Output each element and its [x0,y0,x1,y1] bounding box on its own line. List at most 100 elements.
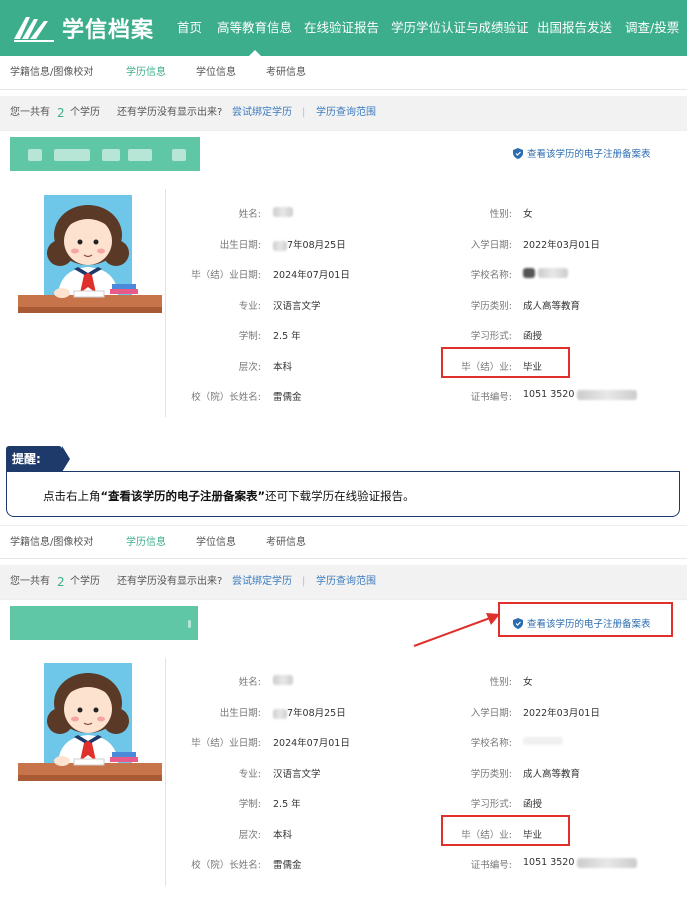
study-mode-label: 学习形式: [470,799,512,810]
birth-date-value: 7年08月25日 [273,705,346,719]
birth-date-label: 出生日期: [219,708,261,719]
nav-online-verification[interactable]: 在线验证报告 [304,0,379,56]
major-label: 专业: [238,769,261,780]
logo-text: 学信档案 [62,18,155,43]
logo[interactable]: 学信档案 [12,10,154,46]
education-type-label: 学历类别: [470,769,512,780]
certificate-number-value: 1051 3520 [523,857,638,868]
tab-postgraduate[interactable]: 考研信息 [266,56,306,90]
query-scope-link[interactable]: 学历查询范围 [316,96,376,130]
education-type-value: 成人高等教育 [523,769,581,780]
gender-label: 性别: [489,209,512,220]
duration-value: 2.5 年 [273,799,301,810]
education-record-card: 查看该学历的电子注册备案表 姓名: 出生日期: 7年08月25日 毕（结）业日期… [0,130,687,432]
student-photo [18,195,162,315]
count-number: 2 [57,106,65,120]
certificate-number-label: 证书编号: [470,860,512,871]
level-label: 层次: [238,362,261,373]
missing-question: 还有学历没有显示出来? [117,107,223,118]
president-label: 校（院）长姓名: [191,392,261,403]
count-suffix: 个学历 [70,107,100,118]
school-name-banner [10,137,200,171]
school-name-value [523,735,563,746]
nav-overseas-report[interactable]: 出国报告发送 [537,0,612,56]
education-record-card-2: 查看该学历的电子注册备案表 姓名: 出生日期: 7年08月25日 毕（结）业日期… [0,599,687,899]
level-value: 本科 [273,830,293,841]
certificate-number-label: 证书编号: [470,392,512,403]
certificate-number-value: 1051 3520 [523,389,638,400]
reminder-highlight: “查看该学历的电子注册备案表” [100,489,266,503]
sub-tabs: 学籍信息/图像校对 学历信息 学位信息 考研信息 [0,56,687,90]
tab-postgraduate[interactable]: 考研信息 [266,526,306,560]
duration-label: 学制: [238,331,261,342]
tab-degree[interactable]: 学位信息 [196,56,236,90]
query-scope-link[interactable]: 学历查询范围 [316,565,376,599]
enrollment-date-value: 2022年03月01日 [523,708,600,719]
bind-education-link[interactable]: 尝试绑定学历 [232,96,292,130]
student-photo [18,663,162,783]
nav-higher-education[interactable]: 高等教育信息 [217,0,292,56]
reminder-text: 点击右上角“查看该学历的电子注册备案表”还可下载学历在线验证报告。 [43,489,415,503]
red-arrow-icon [413,613,500,647]
top-navigation-bar: 学信档案 首页 高等教育信息 在线验证报告 学历学位认证与成绩验证 出国报告发送… [0,0,687,56]
view-registration-form-link[interactable]: 查看该学历的电子注册备案表 [513,146,651,160]
name-value [273,206,293,217]
graduation-date-label: 毕（结）业日期: [191,738,261,749]
birth-date-label: 出生日期: [219,240,261,251]
enrollment-date-label: 入学日期: [470,708,512,719]
name-value [273,674,293,685]
reminder-box: 点击右上角“查看该学历的电子注册备案表”还可下载学历在线验证报告。 [6,471,680,517]
count-suffix: 个学历 [70,576,100,587]
shield-icon [513,147,523,159]
tab-student-status[interactable]: 学籍信息/图像校对 [10,526,93,560]
missing-question: 还有学历没有显示出来? [117,576,223,587]
school-name-banner [10,606,198,640]
nav-degree-certification[interactable]: 学历学位认证与成绩验证 [391,0,529,56]
book-logo-icon [14,17,54,42]
duration-value: 2.5 年 [273,331,301,342]
major-value: 汉语言文学 [273,301,321,312]
president-value: 雷儒金 [273,392,302,403]
cartoon-student-image [18,663,162,781]
tab-student-status[interactable]: 学籍信息/图像校对 [10,56,93,90]
reminder-tag: 提醒: [6,446,70,472]
school-name-value [523,267,569,278]
tab-degree[interactable]: 学位信息 [196,526,236,560]
nav-survey[interactable]: 调查/投票 [625,0,679,56]
highlight-box-graduation-status [441,815,570,846]
highlight-box-registration-link [498,602,673,637]
graduation-date-value: 2024年07月01日 [273,738,350,749]
graduation-date-value: 2024年07月01日 [273,270,350,281]
name-label: 姓名: [238,677,261,688]
cartoon-student-image [18,195,162,313]
study-mode-value: 函授 [523,331,543,342]
count-number: 2 [57,575,65,589]
name-label: 姓名: [238,209,261,220]
education-count-bar: 您一共有 2 个学历 还有学历没有显示出来? 尝试绑定学历 | 学历查询范围 [0,96,687,130]
tab-education[interactable]: 学历信息 [126,526,166,560]
view-registration-form-label: 查看该学历的电子注册备案表 [527,149,651,160]
divider-line [165,658,166,886]
gender-value: 女 [523,209,533,220]
major-value: 汉语言文学 [273,769,321,780]
tab-education[interactable]: 学历信息 [126,56,166,90]
school-name-label: 学校名称: [470,738,512,749]
enrollment-date-value: 2022年03月01日 [523,240,600,251]
school-name-label: 学校名称: [470,270,512,281]
gender-label: 性别: [489,677,512,688]
education-type-label: 学历类别: [470,301,512,312]
education-count-bar-2: 您一共有 2 个学历 还有学历没有显示出来? 尝试绑定学历 | 学历查询范围 [0,565,687,599]
sub-tabs-2: 学籍信息/图像校对 学历信息 学位信息 考研信息 [0,525,687,559]
bind-education-link[interactable]: 尝试绑定学历 [232,565,292,599]
nav-home[interactable]: 首页 [177,0,202,56]
study-mode-label: 学习形式: [470,331,512,342]
study-mode-value: 函授 [523,799,543,810]
gender-value: 女 [523,677,533,688]
major-label: 专业: [238,301,261,312]
duration-label: 学制: [238,799,261,810]
count-prefix: 您一共有 [10,107,50,118]
separator: | [302,576,306,587]
president-label: 校（院）长姓名: [191,860,261,871]
graduation-date-label: 毕（结）业日期: [191,270,261,281]
education-type-value: 成人高等教育 [523,301,581,312]
